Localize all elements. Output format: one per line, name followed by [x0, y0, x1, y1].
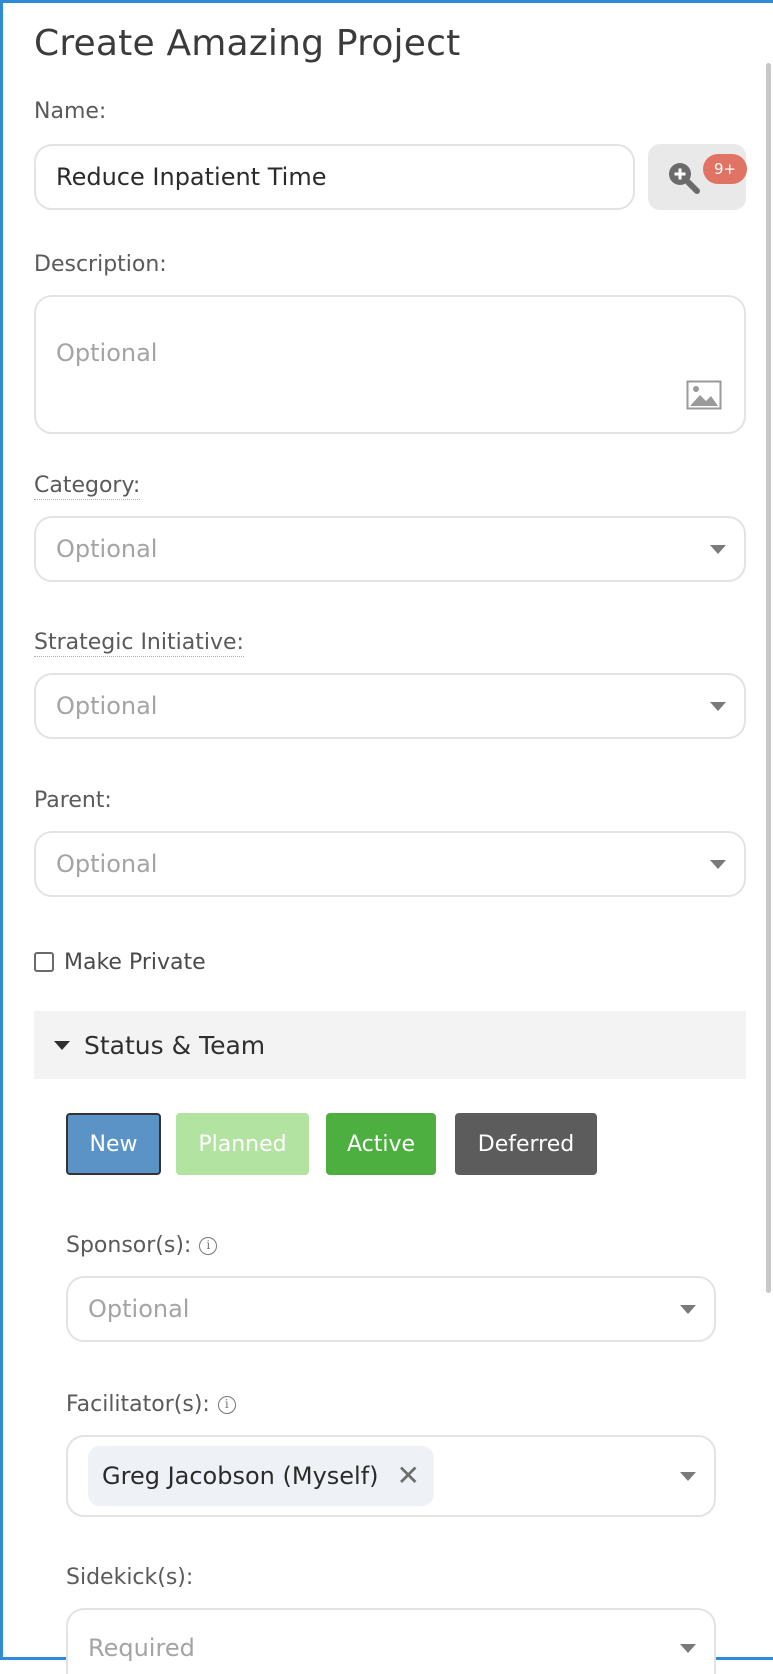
sidekicks-placeholder: Required: [88, 1634, 195, 1662]
parent-label: Parent:: [34, 788, 112, 813]
make-private-row[interactable]: Make Private: [34, 947, 206, 977]
category-select[interactable]: Optional: [34, 516, 746, 582]
description-placeholder: Optional: [56, 339, 158, 367]
caret-down-icon: [54, 1040, 70, 1050]
chevron-down-icon: [710, 702, 726, 711]
chevron-down-icon: [710, 860, 726, 869]
description-label: Description:: [34, 252, 167, 277]
name-label: Name:: [34, 99, 107, 124]
sponsors-placeholder: Optional: [88, 1295, 190, 1323]
chevron-down-icon: [680, 1305, 696, 1314]
chevron-down-icon: [680, 1472, 696, 1481]
facilitators-label-row: Facilitator(s): i: [66, 1392, 236, 1417]
scrollbar-thumb[interactable]: [766, 63, 771, 1293]
sponsors-label: Sponsor(s):: [66, 1233, 192, 1258]
make-private-label: Make Private: [64, 949, 206, 975]
make-private-checkbox[interactable]: [34, 952, 54, 972]
status-team-section-toggle[interactable]: Status & Team: [34, 1011, 746, 1079]
remove-icon[interactable]: ✕: [397, 1462, 420, 1490]
facilitators-label: Facilitator(s):: [66, 1392, 210, 1417]
name-input[interactable]: Reduce Inpatient Time: [34, 144, 635, 210]
strategic-initiative-select[interactable]: Optional: [34, 673, 746, 739]
facilitator-chip: Greg Jacobson (Myself) ✕: [88, 1446, 434, 1506]
chevron-down-icon: [710, 545, 726, 554]
status-active-button[interactable]: Active: [326, 1113, 436, 1175]
facilitator-chip-label: Greg Jacobson (Myself): [102, 1462, 379, 1490]
info-icon[interactable]: i: [199, 1237, 218, 1255]
sidekicks-label: Sidekick(s):: [66, 1565, 194, 1590]
status-new-button[interactable]: New: [66, 1113, 161, 1175]
sponsors-label-row: Sponsor(s): i: [66, 1233, 218, 1258]
info-icon[interactable]: i: [217, 1396, 236, 1414]
description-textarea[interactable]: Optional: [34, 295, 746, 434]
section-title: Status & Team: [84, 1030, 266, 1060]
zoom-in-icon: [669, 163, 700, 194]
strategic-initiative-label: Strategic Initiative:: [34, 630, 244, 657]
category-placeholder: Optional: [56, 535, 158, 563]
parent-select[interactable]: Optional: [34, 831, 746, 897]
sponsors-select[interactable]: Optional: [66, 1276, 716, 1342]
strategic-initiative-placeholder: Optional: [56, 692, 158, 720]
category-label: Category:: [34, 473, 141, 500]
chevron-down-icon: [680, 1644, 696, 1653]
count-badge: 9+: [703, 154, 747, 184]
page-title: Create Amazing Project: [34, 23, 461, 64]
status-deferred-button[interactable]: Deferred: [455, 1113, 597, 1175]
create-project-panel: Create Amazing Project Name: Reduce Inpa…: [0, 0, 773, 1674]
insert-image-icon[interactable]: [686, 380, 722, 410]
status-planned-button[interactable]: Planned: [176, 1113, 309, 1175]
search-similar-button[interactable]: 9+: [648, 144, 747, 210]
parent-placeholder: Optional: [56, 850, 158, 878]
facilitators-select[interactable]: Greg Jacobson (Myself) ✕: [66, 1435, 716, 1517]
sidekicks-select[interactable]: Required: [66, 1608, 716, 1674]
name-value: Reduce Inpatient Time: [56, 163, 327, 191]
